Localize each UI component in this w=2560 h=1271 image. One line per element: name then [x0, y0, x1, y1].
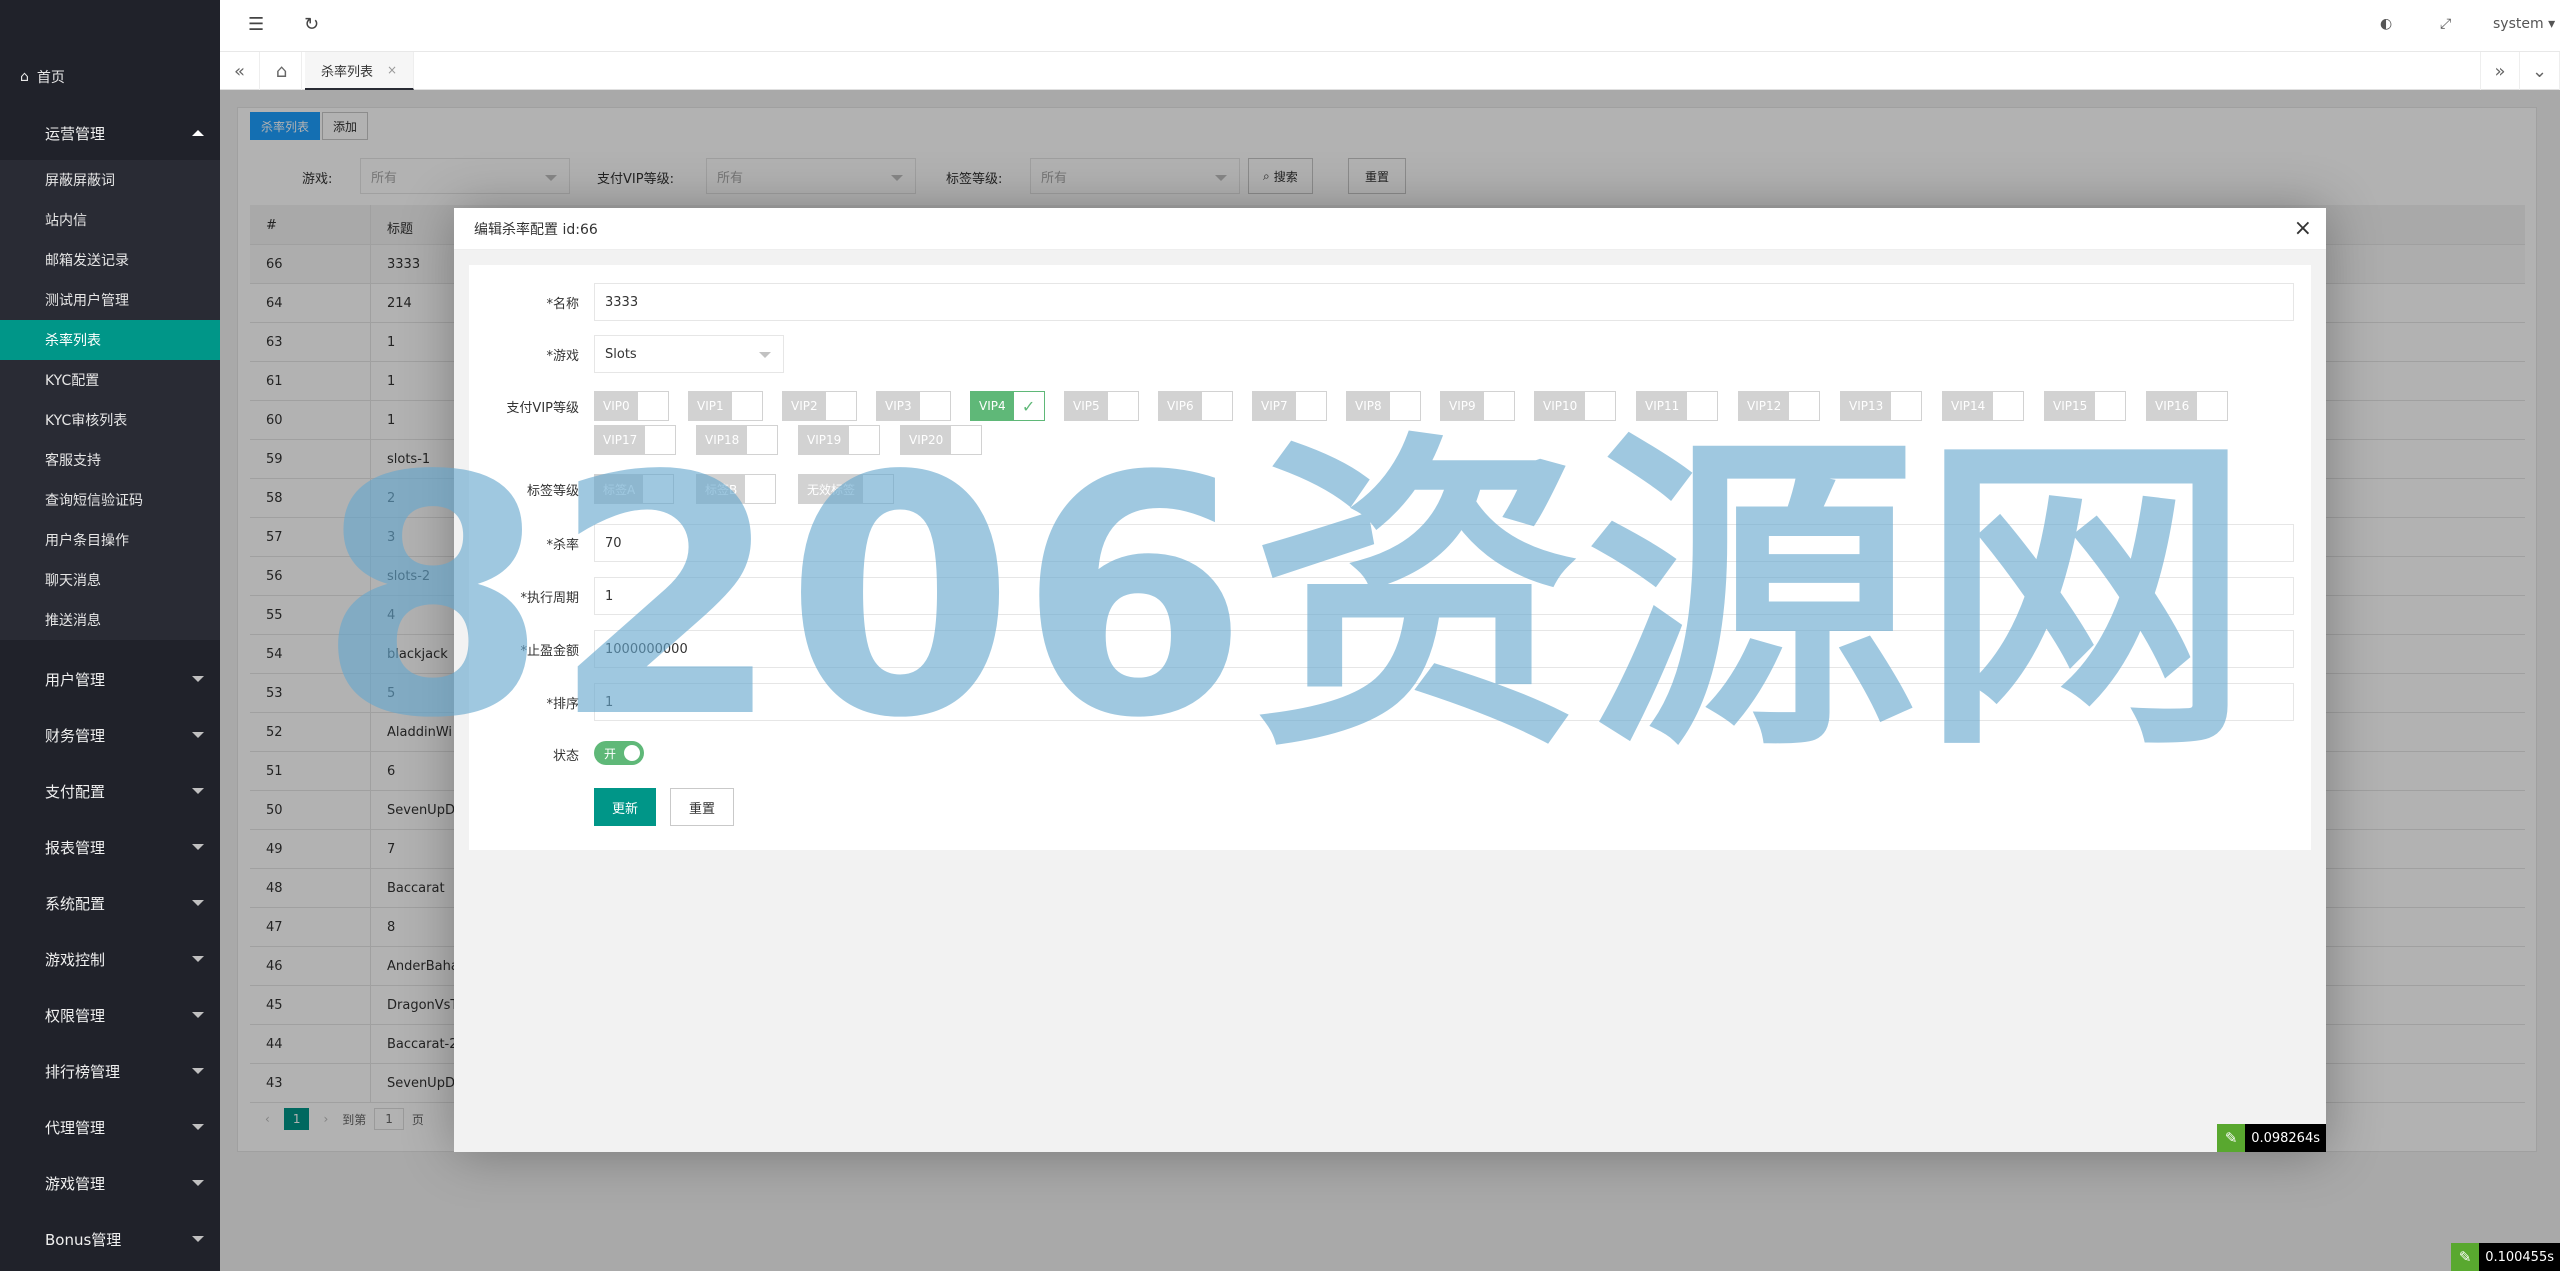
- sidebar-group-finance[interactable]: 财务管理: [0, 707, 220, 763]
- refresh-icon[interactable]: ↻: [304, 14, 319, 35]
- tabs-bar: « ⌂ 杀率列表 × » ⌄: [220, 52, 2560, 90]
- sidebar-item-label: 客服支持: [45, 453, 101, 469]
- tabs-scroll-right-icon[interactable]: »: [2480, 52, 2520, 90]
- close-icon[interactable]: ×: [2294, 216, 2312, 241]
- sidebar-group-system[interactable]: 系统配置: [0, 875, 220, 931]
- tab-close-icon[interactable]: ×: [387, 63, 397, 77]
- sidebar-group-game-control[interactable]: 游戏控制: [0, 931, 220, 987]
- sidebar-group-label: 报表管理: [45, 838, 106, 857]
- game-select[interactable]: Slots: [594, 335, 784, 373]
- tabs-menu-icon[interactable]: ⌄: [2520, 52, 2560, 90]
- reset-button[interactable]: 重置: [670, 788, 735, 826]
- chevron-down-icon: [192, 1124, 204, 1130]
- sidebar-group-label: 代理管理: [45, 1118, 106, 1137]
- user-name: system: [2493, 16, 2544, 32]
- game-value: Slots: [605, 346, 637, 362]
- modal-timer-value: 0.098264s: [2251, 1130, 2320, 1146]
- sidebar-item-support[interactable]: 客服支持: [0, 440, 220, 480]
- sidebar-group-label: 权限管理: [45, 1006, 106, 1025]
- leaf-logo-icon: ✎: [2451, 1243, 2480, 1271]
- sidebar-group-payment[interactable]: 支付配置: [0, 763, 220, 819]
- sidebar-item-inbox[interactable]: 站内信: [0, 200, 220, 240]
- sidebar-item-sms-code[interactable]: 查询短信验证码: [0, 480, 220, 520]
- chevron-down-icon: [192, 844, 204, 850]
- sidebar-item-kyc-config[interactable]: KYC配置: [0, 360, 220, 400]
- sidebar-group-users[interactable]: 用户管理: [0, 651, 220, 707]
- sidebar-submenu: 屏蔽屏蔽词 站内信 邮箱发送记录 测试用户管理 杀率列表 KYC配置 KYC审核…: [0, 160, 220, 640]
- tab-kill-rate[interactable]: 杀率列表 ×: [305, 52, 415, 90]
- chevron-down-icon: [192, 1068, 204, 1074]
- theme-icon[interactable]: ◐: [2380, 16, 2392, 32]
- tab-label: 杀率列表: [321, 64, 374, 80]
- leaf-logo-icon: ✎: [2217, 1124, 2246, 1152]
- sidebar-item-user-ops[interactable]: 用户条目操作: [0, 520, 220, 560]
- sidebar-group-operations[interactable]: 运营管理: [0, 105, 220, 161]
- sidebar-item-chat[interactable]: 聊天消息: [0, 560, 220, 600]
- sidebar-item-label: 屏蔽屏蔽词: [45, 173, 115, 189]
- sidebar-group-bonus[interactable]: Bonus管理: [0, 1211, 220, 1267]
- sidebar-group-label: Bonus管理: [45, 1230, 122, 1249]
- top-header: ☰ ↻ ◐ ⤢ system ▾: [220, 0, 2560, 52]
- sidebar-group-agents[interactable]: 代理管理: [0, 1099, 220, 1155]
- modal-title: 编辑杀率配置 id:66: [454, 208, 2326, 250]
- sidebar-group-label: 排行榜管理: [45, 1062, 121, 1081]
- chevron-down-icon: [759, 352, 771, 358]
- sidebar-group-label: 系统配置: [45, 894, 106, 913]
- sidebar-item-label: 查询短信验证码: [45, 493, 143, 509]
- sidebar-group-label: 游戏控制: [45, 950, 106, 969]
- modal-timer: ✎ 0.098264s: [2217, 1124, 2326, 1152]
- tab-home-icon[interactable]: ⌂: [262, 52, 302, 90]
- page-timer: ✎ 0.100455s: [2451, 1243, 2560, 1271]
- page-timer-value: 0.100455s: [2485, 1249, 2554, 1265]
- chevron-down-icon: [192, 1180, 204, 1186]
- sidebar-item-label: KYC审核列表: [45, 413, 128, 429]
- name-label: *名称: [546, 297, 579, 312]
- fullscreen-icon[interactable]: ⤢: [2440, 16, 2451, 32]
- watermark: 8206资源网: [318, 406, 2255, 790]
- sidebar-item-label: 用户条目操作: [45, 533, 129, 549]
- sidebar-item-home[interactable]: ⌂ 首页: [0, 55, 220, 99]
- sidebar: ⌂ 首页 运营管理 屏蔽屏蔽词 站内信 邮箱发送记录 测试用户管理 杀率列表 K…: [0, 0, 220, 1271]
- sidebar-item-label: KYC配置: [45, 373, 100, 389]
- sidebar-group-leaderboard[interactable]: 排行榜管理: [0, 1043, 220, 1099]
- sidebar-group-games[interactable]: 游戏管理: [0, 1155, 220, 1211]
- name-value: 3333: [605, 294, 639, 310]
- sidebar-item-label: 杀率列表: [45, 333, 101, 349]
- game-label: *游戏: [546, 349, 579, 364]
- chevron-down-icon: [192, 956, 204, 962]
- sidebar-item-kill-rate[interactable]: 杀率列表: [0, 320, 220, 360]
- sidebar-item-label: 测试用户管理: [45, 293, 129, 309]
- sidebar-item-label: 聊天消息: [45, 573, 101, 589]
- sidebar-group-label: 财务管理: [45, 726, 106, 745]
- chevron-down-icon: [192, 676, 204, 682]
- chevron-down-icon: [192, 788, 204, 794]
- chevron-down-icon: [192, 1236, 204, 1242]
- sidebar-group-label: 运营管理: [45, 124, 106, 143]
- sidebar-item-kyc-review[interactable]: KYC审核列表: [0, 400, 220, 440]
- sidebar-group-reports[interactable]: 报表管理: [0, 819, 220, 875]
- sidebar-item-label: 推送消息: [45, 613, 101, 629]
- chevron-down-icon: [192, 732, 204, 738]
- update-button[interactable]: 更新: [594, 788, 657, 826]
- sidebar-group-label: 用户管理: [45, 670, 106, 689]
- chevron-down-icon: [192, 1012, 204, 1018]
- chevron-up-icon: [192, 130, 204, 136]
- sidebar-item-email-log[interactable]: 邮箱发送记录: [0, 240, 220, 280]
- sidebar-item-test-users[interactable]: 测试用户管理: [0, 280, 220, 320]
- sidebar-item-blockwords[interactable]: 屏蔽屏蔽词: [0, 160, 220, 200]
- menu-fold-icon[interactable]: ☰: [248, 14, 264, 35]
- user-menu[interactable]: system ▾: [2493, 16, 2555, 32]
- chevron-down-icon: [192, 900, 204, 906]
- home-icon: ⌂: [20, 69, 29, 85]
- sidebar-group-permissions[interactable]: 权限管理: [0, 987, 220, 1043]
- name-input[interactable]: 3333: [594, 283, 2294, 321]
- sidebar-home-label: 首页: [36, 70, 65, 86]
- sidebar-item-label: 邮箱发送记录: [45, 253, 129, 269]
- tabs-scroll-left-icon[interactable]: «: [220, 52, 260, 90]
- sidebar-group-label: 游戏管理: [45, 1174, 106, 1193]
- sidebar-group-label: 支付配置: [45, 782, 106, 801]
- sidebar-item-push[interactable]: 推送消息: [0, 600, 220, 640]
- sidebar-item-label: 站内信: [45, 213, 87, 229]
